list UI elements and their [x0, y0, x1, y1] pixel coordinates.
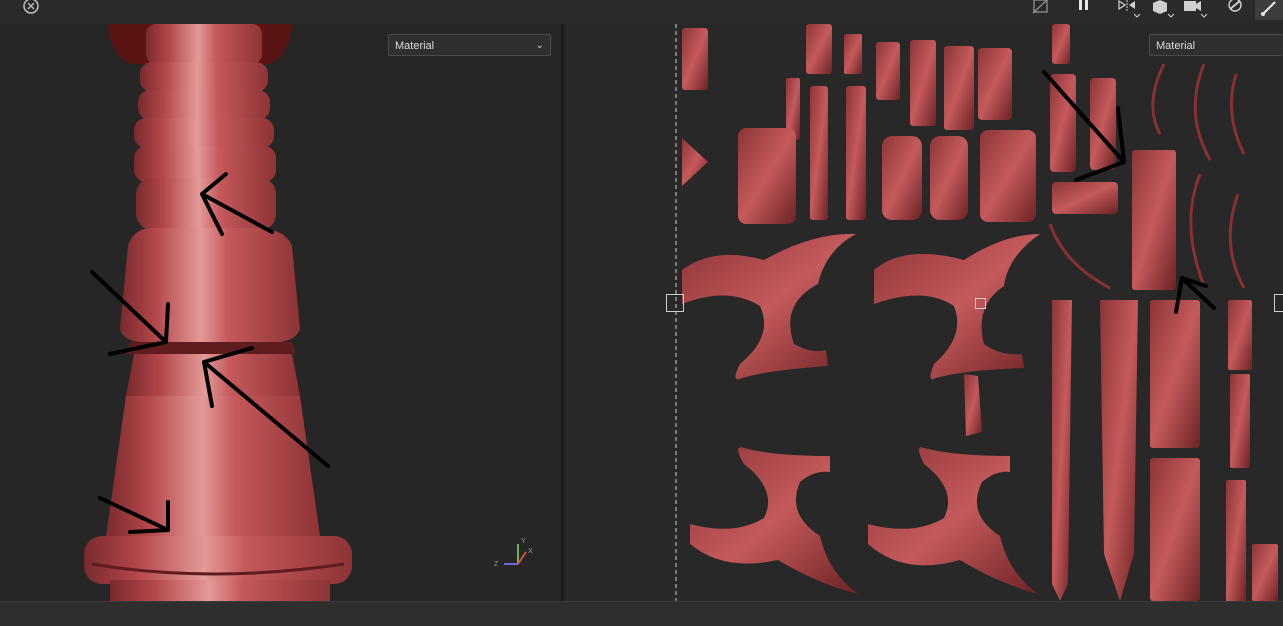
- flip-view-icon[interactable]: [1116, 0, 1141, 20]
- channel-dropdown-3d[interactable]: Material ⌄: [388, 34, 551, 56]
- channel-dropdown-uv[interactable]: Material: [1149, 34, 1283, 56]
- axis-label-z: Z: [494, 561, 499, 568]
- viewport-uv[interactable]: Material: [564, 24, 1283, 601]
- camera-icon[interactable]: [1182, 0, 1208, 20]
- axis-gizmo: [504, 544, 527, 565]
- uv-transform-handle-right[interactable]: [1274, 294, 1283, 312]
- dropdown-value: Material: [395, 40, 435, 52]
- status-bar: [0, 601, 1283, 626]
- uv-transform-handle-center[interactable]: [975, 298, 986, 309]
- viewport-3d[interactable]: Y Z X Material ⌄: [0, 24, 561, 601]
- pause-icon[interactable]: [1073, 0, 1095, 20]
- model-render-3d[interactable]: Y Z X: [0, 24, 561, 601]
- chevron-down-icon: ⌄: [535, 40, 544, 51]
- dropdown-value: Material: [1156, 40, 1196, 52]
- reset-camera-icon[interactable]: [20, 0, 42, 20]
- lighting-icon[interactable]: [1225, 0, 1247, 20]
- hide-unwrap-icon[interactable]: [1030, 0, 1052, 20]
- axis-label-y: Y: [521, 538, 526, 545]
- brush-icon[interactable]: [1255, 0, 1283, 20]
- uv-islands: [682, 24, 1278, 601]
- uv-transform-handle-left[interactable]: [666, 294, 684, 312]
- cube-display-icon[interactable]: [1150, 0, 1175, 20]
- top-toolbar: [0, 0, 1283, 24]
- axis-label-x: X: [528, 548, 533, 555]
- uv-layout-render[interactable]: [564, 24, 1283, 601]
